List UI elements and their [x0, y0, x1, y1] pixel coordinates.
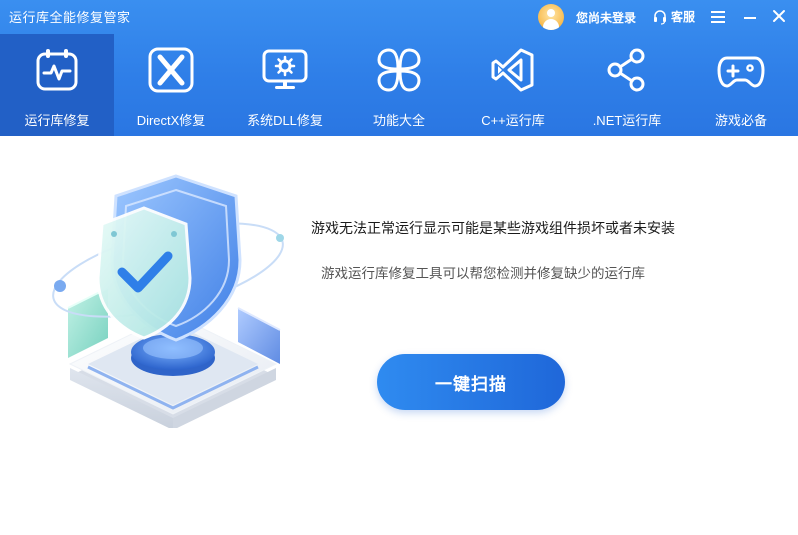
login-status[interactable]: 您尚未登录 [576, 9, 636, 26]
tab-game-essentials[interactable]: 游戏必备 [684, 34, 798, 136]
tab-label: 功能大全 [372, 113, 425, 128]
directx-icon [148, 47, 194, 93]
visual-studio-icon [491, 48, 534, 92]
tab-feature-center[interactable]: 功能大全 [342, 34, 456, 136]
shield-platform-illustration [52, 174, 284, 428]
calendar-pulse-icon [36, 49, 78, 91]
close-icon[interactable] [770, 7, 788, 25]
gamepad-icon [717, 56, 765, 88]
avatar[interactable] [538, 4, 564, 30]
tab-cpp-runtime[interactable]: C++运行库 [456, 34, 570, 136]
issue-headline: 游戏无法正常运行显示可能是某些游戏组件损坏或者未安装 [311, 220, 675, 236]
minimize-icon[interactable] [742, 8, 758, 26]
menu-icon[interactable] [710, 8, 726, 26]
app-title: 运行库全能修复管家 [9, 10, 131, 25]
tab-label: DirectX修复 [136, 113, 206, 128]
tab-label: 游戏必备 [714, 113, 767, 128]
customer-service-button[interactable]: 客服 [652, 8, 695, 25]
tab-label: C++运行库 [481, 113, 545, 128]
headset-icon [654, 9, 666, 25]
main-nav-tabs: 运行库修复 DirectX修复 系统DLL修复 功能大全 C++运行库 .NET… [0, 34, 798, 136]
tab-directx-repair[interactable]: DirectX修复 [114, 34, 228, 136]
clover-icon [377, 48, 421, 92]
tab-label: 系统DLL修复 [247, 113, 323, 128]
tab-dotnet-runtime[interactable]: .NET运行库 [570, 34, 684, 136]
tab-label: .NET运行库 [592, 113, 662, 128]
one-click-scan-button[interactable]: 一键扫描 [377, 354, 565, 410]
title-bar: 运行库全能修复管家 您尚未登录 客服 [0, 0, 798, 34]
share-icon [607, 48, 645, 92]
tab-runtime-repair[interactable]: 运行库修复 [0, 34, 114, 136]
service-label: 客服 [671, 10, 696, 24]
app-header: 运行库全能修复管家 您尚未登录 客服 运行库修复 DirectX修复 系统DLL… [0, 0, 798, 136]
tab-system-dll-repair[interactable]: 系统DLL修复 [228, 34, 342, 136]
tab-label: 运行库修复 [24, 113, 90, 128]
issue-description: 游戏运行库修复工具可以帮您检测并修复缺少的运行库 [321, 266, 645, 281]
monitor-gear-icon [262, 49, 308, 89]
user-login-area[interactable]: 您尚未登录 [538, 4, 636, 30]
